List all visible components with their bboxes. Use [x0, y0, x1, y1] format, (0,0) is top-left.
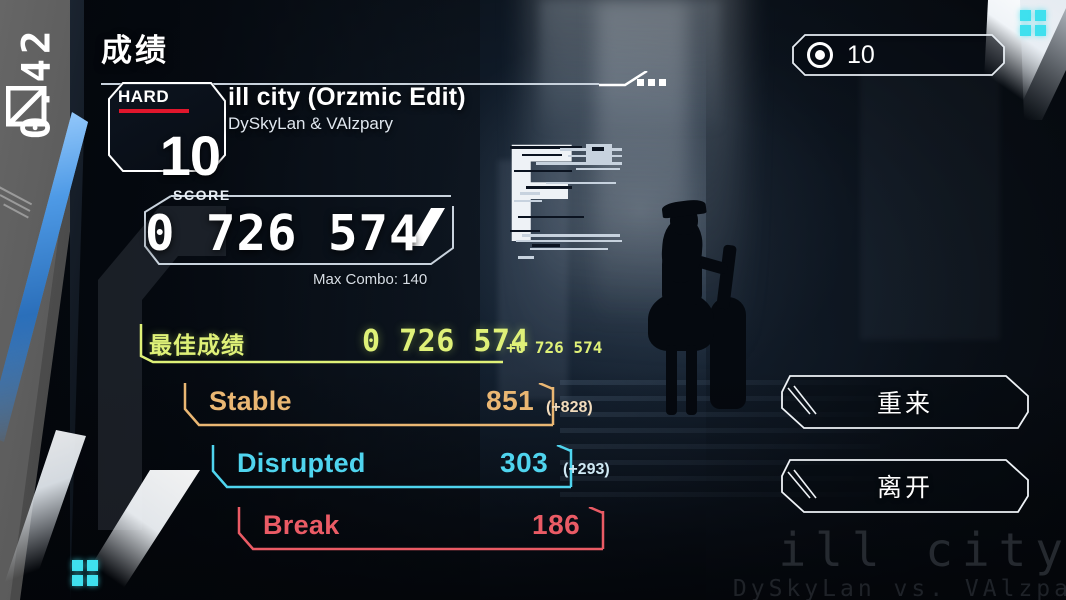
difficulty-badge: HARD 10	[108, 82, 226, 184]
best-score-label: 最佳成绩	[149, 332, 245, 358]
judgement-name-disrupted: Disrupted	[237, 448, 366, 478]
best-score-delta: +0 726 574	[506, 338, 603, 357]
difficulty-label: HARD	[118, 87, 170, 106]
retry-button-label: 重来	[876, 390, 933, 418]
best-score-row: 最佳成绩 0 726 574 +0 726 574	[137, 324, 607, 364]
song-artist: DySkyLan & VAlzpary	[228, 114, 394, 133]
song-title: ill city (Orzmic Edit)	[228, 83, 466, 111]
grade-display: F	[500, 119, 630, 273]
score-label: SCORE	[173, 187, 231, 203]
judgement-value-break: 186	[532, 509, 581, 540]
judgement-row-disrupted: Disrupted 303 (+293)	[211, 445, 631, 491]
best-score-value: 0 726 574	[362, 324, 530, 359]
ring-icon	[807, 42, 833, 68]
judgement-value-stable: 851	[486, 385, 535, 416]
max-combo-label: Max Combo: 140	[313, 271, 428, 288]
difficulty-underline	[119, 109, 189, 113]
score-counter-pill[interactable]: 10	[791, 33, 1006, 77]
leave-button[interactable]: 离开	[780, 458, 1030, 514]
song-watermark: ill city DySkyLan vs. VAlzpa	[733, 526, 1066, 600]
page-title: 成绩	[101, 33, 169, 68]
score-value: 0 726 574	[145, 205, 420, 262]
watermark-artist: DySkyLan vs. VAlzpa	[732, 576, 1066, 600]
leave-button-label: 离开	[876, 474, 933, 502]
judgement-name-break: Break	[263, 510, 340, 540]
watermark-title: ill city	[778, 523, 1066, 577]
corner-accent-top-right	[1020, 10, 1046, 36]
grade-letter: F	[500, 119, 580, 273]
judgement-name-stable: Stable	[209, 386, 292, 416]
judgement-value-disrupted: 303	[500, 447, 549, 478]
judgement-row-break: Break 186	[237, 507, 657, 553]
score-panel: SCORE 0 726 574	[137, 187, 457, 266]
counter-value: 10	[847, 41, 875, 69]
retry-button[interactable]: 重来	[780, 374, 1030, 430]
corner-accent-bottom-left	[72, 560, 98, 586]
judgement-delta-disrupted: (+293)	[563, 461, 610, 478]
difficulty-level: 10	[159, 124, 221, 187]
judgement-delta-stable: (+828)	[546, 399, 593, 416]
judgement-row-stable: Stable 851 (+828)	[183, 383, 603, 429]
